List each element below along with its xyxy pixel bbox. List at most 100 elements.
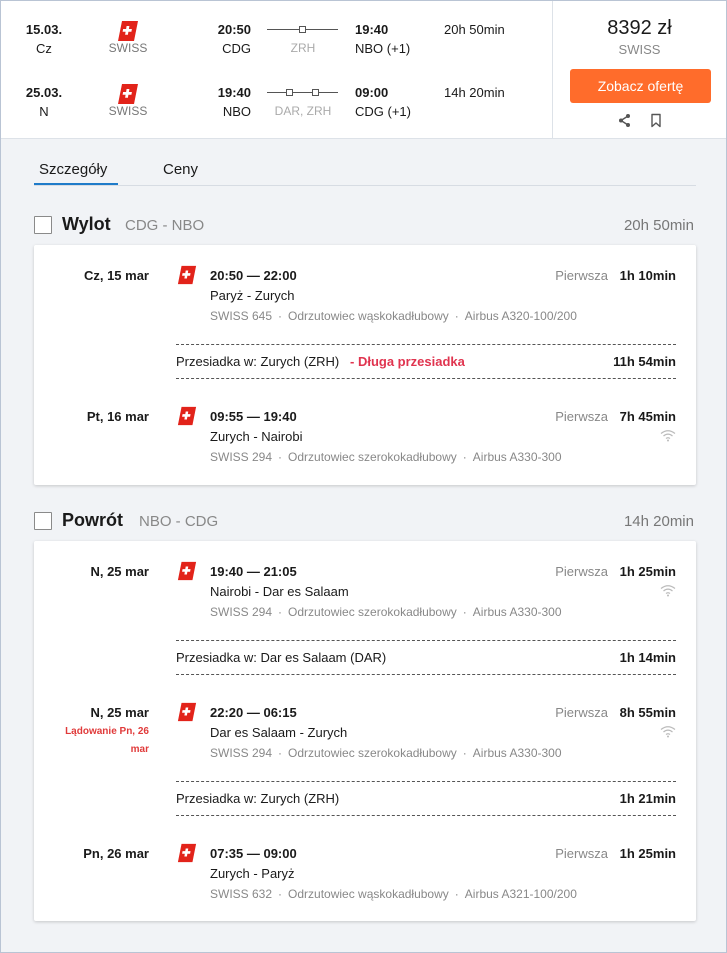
return-checkbox[interactable] (34, 512, 52, 530)
bookmark-icon[interactable] (649, 113, 663, 128)
swiss-logo-icon (177, 265, 197, 285)
active-tab-indicator (34, 183, 118, 185)
detail-tabs: Szczegóły Ceny (34, 158, 696, 186)
separator: · (454, 309, 459, 323)
flight-number: SWISS 294 (210, 605, 273, 619)
wifi-icon (660, 430, 676, 442)
outbound-departure-time: 20:50 (217, 22, 251, 37)
layover-duration: 1h 21min (619, 791, 676, 806)
segment-duration: 1h 25min (619, 564, 676, 579)
flight-details-window: 15.03. Cz SWISS 20:50 CDG ZRH 19:40 NBO … (0, 0, 727, 953)
layover-duration: 11h 54min (613, 354, 676, 369)
layover-text: Przesiadka w: Zurych (ZRH) (176, 354, 340, 369)
summary-return-leg: 25.03. N SWISS 19:40 NBO DAR, ZRH 09:00 … (1, 84, 552, 125)
separator: · (278, 450, 283, 464)
long-layover-warning: - Długa przesiadka (350, 354, 465, 369)
segment-times: 22:20 — 06:15 (210, 705, 297, 720)
return-route-line (267, 89, 338, 96)
wifi-icon (660, 585, 676, 597)
separator: · (278, 746, 283, 760)
outbound-checkbox[interactable] (34, 216, 52, 234)
outbound-weekday: Cz (36, 41, 52, 56)
swiss-logo-icon (118, 21, 138, 41)
see-offer-button[interactable]: Zobacz ofertę (570, 69, 711, 103)
segment-details: SWISS 294 · Odrzutowiec szerokokadłubowy · A… (210, 605, 562, 619)
separator: · (462, 450, 467, 464)
outbound-arrival-code: NBO (+1) (355, 41, 411, 56)
outbound-arrival-time: 19:40 (355, 22, 389, 37)
return-arrival-code: CDG (+1) (355, 104, 411, 119)
outbound-date: 15.03. (25, 22, 63, 37)
aircraft-type: Odrzutowiec szerokokadłubowy (288, 605, 457, 619)
swiss-logo-icon (177, 843, 197, 863)
return-date: 25.03. (25, 85, 63, 100)
cabin-class: Pierwsza (555, 409, 608, 424)
segment-cities: Dar es Salaam - Zurych (210, 725, 348, 740)
separator: · (278, 605, 283, 619)
aircraft-type: Odrzutowiec szerokokadłubowy (288, 450, 457, 464)
segment-duration: 7h 45min (619, 409, 676, 424)
separator: · (454, 887, 459, 901)
layover: Przesiadka w: Dar es Salaam (DAR) 1h 14m… (176, 640, 676, 675)
aircraft-model: Airbus A330-300 (472, 605, 562, 619)
flight-number: SWISS 632 (210, 887, 273, 901)
swiss-logo-icon (177, 561, 197, 581)
layover: Przesiadka w: Zurych (ZRH) - Długa przes… (176, 344, 676, 379)
outbound-duration: 20h 50min (444, 22, 505, 37)
segment-cities: Nairobi - Dar es Salaam (210, 584, 349, 599)
segment-cities: Paryż - Zurych (210, 288, 295, 303)
return-airline: SWISS (108, 104, 148, 118)
segment-date: N, 25 mar (90, 705, 149, 720)
flight-segment: Pn, 26 mar 07:35 — 09:00 Zurych - Paryż … (34, 843, 696, 916)
landing-note: Lądowanie Pn, 26 mar (65, 726, 149, 755)
aircraft-type: Odrzutowiec wąskokadłubowy (288, 887, 449, 901)
summary-outbound-leg: 15.03. Cz SWISS 20:50 CDG ZRH 19:40 NBO … (1, 21, 552, 62)
layover-text: Przesiadka w: Dar es Salaam (DAR) (176, 650, 387, 665)
cabin-class: Pierwsza (555, 564, 608, 579)
segment-duration: 8h 55min (619, 705, 676, 720)
outbound-total-duration: 20h 50min (623, 217, 694, 234)
aircraft-model: Airbus A330-300 (472, 746, 562, 760)
segment-details: SWISS 632 · Odrzutowiec wąskokadłubowy · Air… (210, 887, 577, 901)
return-card: N, 25 mar 19:40 — 21:05 Nairobi - Dar es… (34, 541, 696, 921)
segment-times: 07:35 — 09:00 (210, 846, 297, 861)
segment-date: N, 25 mar (90, 564, 149, 579)
return-title: Powrót (62, 510, 123, 530)
return-weekday: N (39, 104, 49, 119)
flight-summary[interactable]: 15.03. Cz SWISS 20:50 CDG ZRH 19:40 NBO … (1, 1, 726, 139)
price: 8392 zł (607, 17, 672, 39)
outbound-card: Cz, 15 mar 20:50 — 22:00 Paryż - Zurych … (34, 245, 696, 485)
swiss-logo-icon (177, 406, 197, 426)
return-duration: 14h 20min (444, 85, 505, 100)
outbound-section-header: Wylot CDG - NBO 20h 50min (34, 214, 696, 236)
share-icon[interactable] (617, 113, 632, 128)
cabin-class: Pierwsza (555, 846, 608, 861)
flight-segment: N, 25 mar Lądowanie Pn, 26 mar 22:20 — 0… (34, 702, 696, 775)
outbound-route-line (267, 26, 338, 33)
cabin-class: Pierwsza (555, 705, 608, 720)
return-codes: NBO - CDG (139, 513, 219, 530)
segment-details: SWISS 294 · Odrzutowiec szerokokadłubowy · A… (210, 450, 562, 464)
segment-date: Pt, 16 mar (86, 409, 149, 424)
price-airline: SWISS (618, 42, 661, 57)
layover: Przesiadka w: Zurych (ZRH) 1h 21min (176, 781, 676, 816)
separator: · (278, 887, 283, 901)
tab-details[interactable]: Szczegóły (39, 161, 107, 178)
return-arrival-time: 09:00 (355, 85, 389, 100)
segment-times: 20:50 — 22:00 (210, 268, 297, 283)
outbound-via: ZRH (290, 41, 316, 55)
segment-date: Pn, 26 mar (83, 846, 149, 861)
segment-times: 09:55 — 19:40 (210, 409, 297, 424)
layover-duration: 1h 14min (619, 650, 676, 665)
segment-date: Cz, 15 mar (83, 268, 149, 283)
cabin-class: Pierwsza (555, 268, 608, 283)
aircraft-model: Airbus A320-100/200 (464, 309, 577, 323)
flight-segment: N, 25 mar 19:40 — 21:05 Nairobi - Dar es… (34, 561, 696, 634)
flight-number: SWISS 294 (210, 746, 273, 760)
tab-prices[interactable]: Ceny (163, 161, 198, 178)
separator: · (278, 309, 283, 323)
stop-marker (286, 89, 293, 96)
segment-times: 19:40 — 21:05 (210, 564, 297, 579)
outbound-codes: CDG - NBO (125, 217, 205, 234)
outbound-airline: SWISS (108, 41, 148, 55)
